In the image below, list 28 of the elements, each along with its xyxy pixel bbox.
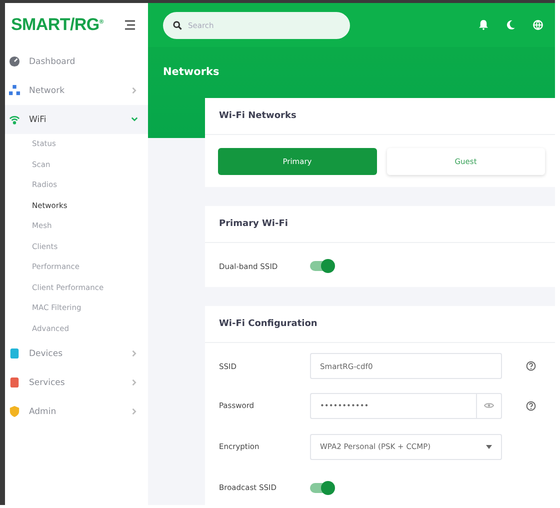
card-title: Primary Wi-Fi bbox=[205, 206, 555, 243]
help-icon[interactable] bbox=[526, 400, 536, 410]
bell-icon[interactable] bbox=[479, 20, 488, 30]
card-title: Wi-Fi Configuration bbox=[205, 306, 555, 343]
gauge-icon bbox=[9, 56, 20, 67]
device-icon bbox=[9, 348, 20, 359]
network-icon bbox=[9, 85, 20, 96]
logo: SMART/RG$^{®}$ bbox=[11, 15, 104, 35]
help-icon[interactable] bbox=[526, 361, 536, 371]
moon-icon[interactable] bbox=[506, 20, 515, 30]
square-icon bbox=[9, 377, 20, 388]
caret-icon bbox=[486, 444, 492, 448]
shield-icon bbox=[9, 406, 20, 417]
sidebar-item[interactable]: Dashboard bbox=[5, 47, 148, 76]
toggle-switch[interactable] bbox=[310, 482, 333, 492]
sidebar-item[interactable]: Devices bbox=[5, 339, 148, 368]
sidebar-item[interactable]: Network bbox=[5, 76, 148, 105]
eye-icon[interactable] bbox=[476, 392, 502, 418]
page-title: Networks bbox=[163, 65, 220, 80]
sidebar-item[interactable]: Services bbox=[5, 368, 148, 397]
sidebar-item[interactable]: WiFi bbox=[5, 105, 148, 134]
globe-icon[interactable] bbox=[533, 20, 543, 30]
toggle-switch[interactable] bbox=[310, 261, 333, 271]
wifi-icon bbox=[9, 114, 20, 125]
menu-icon[interactable] bbox=[124, 20, 136, 30]
sidebar-item[interactable]: Admin bbox=[5, 397, 148, 426]
card-title: Wi-Fi Networks bbox=[205, 98, 555, 135]
search-icon bbox=[173, 20, 182, 30]
